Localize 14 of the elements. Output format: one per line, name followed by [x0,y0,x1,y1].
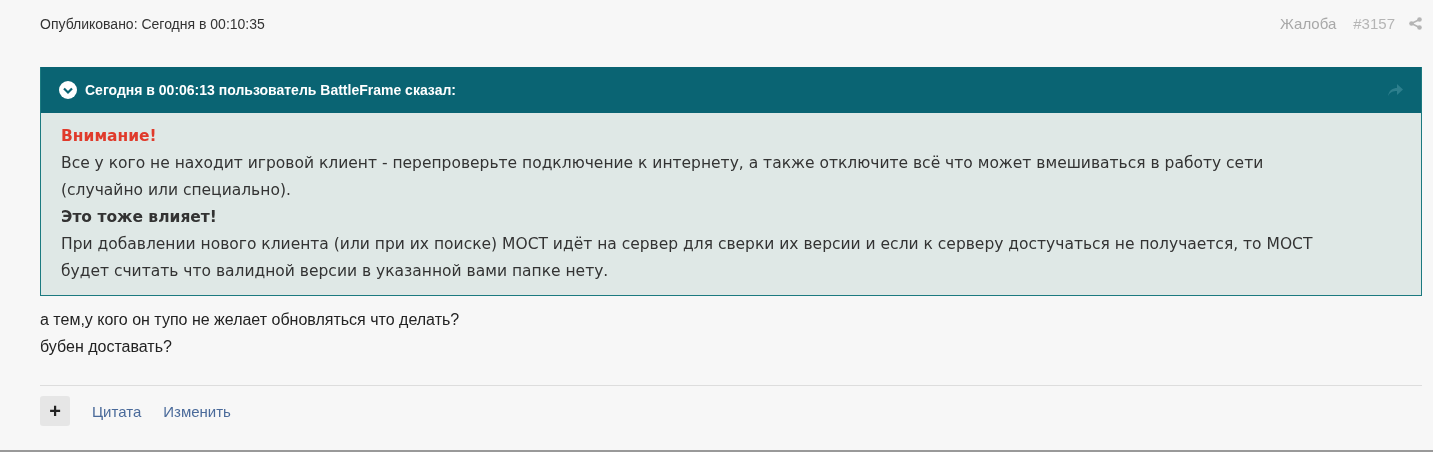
share-icon[interactable] [1409,17,1422,30]
quote-author: Сегодня в 00:06:13 пользователь BattleFrame сказал: [85,82,457,98]
plus-button[interactable]: + [40,396,70,426]
published-date: Опубликовано: Сегодня в 00:10:35 [40,15,266,32]
quote-text: Все у кого не находит игровой клиент - перепроверьте подключение к интернету, а также отключите всё что может вмешиваться в работу сети (случайно или специально). [61,153,1265,201]
chevron-down-icon[interactable] [59,81,77,99]
action-link[interactable]: Изменить [163,402,231,420]
share-arrow-icon[interactable] [1387,83,1403,97]
action-link[interactable]: Цитата [92,402,142,420]
reply-text: бубен доставать? [40,337,173,357]
warning-heading: Внимание! [61,126,158,147]
bold-note: Это тоже влияет! [61,207,218,228]
quote-text: При добавлении нового клиента (или при их поиске) МОСТ идёт на сервер для сверки их версии и если к серверу достучаться не получается, то МОСТ будет считать что валидной версии в указанной вами папке нету. [61,234,1314,282]
reply-text: а тем,у кого он тупо не желает обновляться что делать? [40,310,461,330]
